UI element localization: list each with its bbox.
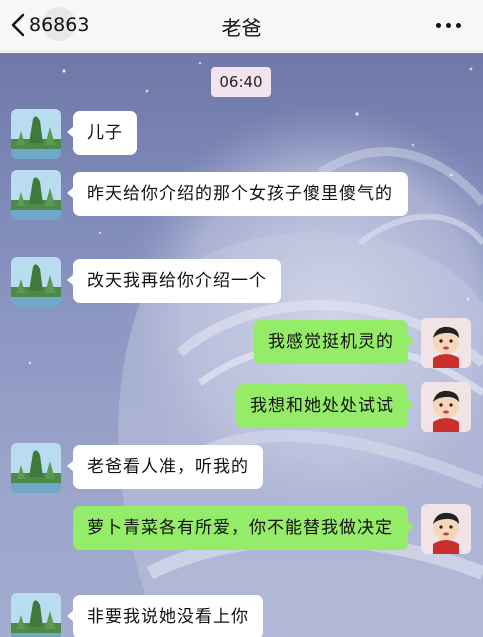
contact-avatar[interactable] bbox=[11, 170, 61, 220]
user-avatar[interactable] bbox=[421, 504, 471, 554]
landscape-avatar-icon bbox=[11, 593, 61, 637]
message-bubble[interactable]: 我想和她处处试试 bbox=[236, 384, 414, 428]
message-bubble[interactable]: 儿子 bbox=[67, 111, 137, 155]
more-dots-icon bbox=[455, 22, 461, 28]
landscape-avatar-icon bbox=[11, 170, 61, 220]
more-dots-icon bbox=[435, 22, 441, 28]
message-bubble[interactable]: 老爸看人准，听我的 bbox=[67, 445, 263, 489]
more-dots-icon bbox=[445, 22, 451, 28]
back-button[interactable]: 86863 bbox=[8, 8, 89, 42]
message-bubble[interactable]: 改天我再给你介绍一个 bbox=[67, 259, 281, 303]
contact-avatar[interactable] bbox=[11, 443, 61, 493]
title-bar: 86863 老爸 bbox=[0, 0, 483, 52]
unread-count: 86863 bbox=[29, 14, 90, 36]
cartoon-avatar-icon bbox=[421, 382, 471, 432]
message-bubble[interactable]: 昨天给你介绍的那个女孩子傻里傻气的 bbox=[67, 172, 408, 216]
message-bubble[interactable]: 非要我说她没看上你 bbox=[67, 595, 263, 637]
landscape-avatar-icon bbox=[11, 257, 61, 307]
chevron-left-icon bbox=[11, 13, 25, 37]
user-avatar[interactable] bbox=[421, 382, 471, 432]
message-bubble[interactable]: 萝卜青菜各有所爱，你不能替我做决定 bbox=[73, 506, 414, 550]
landscape-avatar-icon bbox=[11, 443, 61, 493]
landscape-avatar-icon bbox=[11, 109, 61, 159]
chat-area[interactable]: 06:40 儿子 昨天给你介绍的那个女孩子傻里傻气的 改天我再给你介绍一个 我感… bbox=[0, 53, 483, 637]
message-bubble[interactable]: 我感觉挺机灵的 bbox=[254, 320, 414, 364]
cartoon-avatar-icon bbox=[421, 318, 471, 368]
more-button[interactable] bbox=[431, 12, 465, 38]
message-timestamp: 06:40 bbox=[211, 67, 271, 97]
user-avatar[interactable] bbox=[421, 318, 471, 368]
contact-avatar[interactable] bbox=[11, 257, 61, 307]
contact-avatar[interactable] bbox=[11, 593, 61, 637]
contact-avatar[interactable] bbox=[11, 109, 61, 159]
cartoon-avatar-icon bbox=[421, 504, 471, 554]
